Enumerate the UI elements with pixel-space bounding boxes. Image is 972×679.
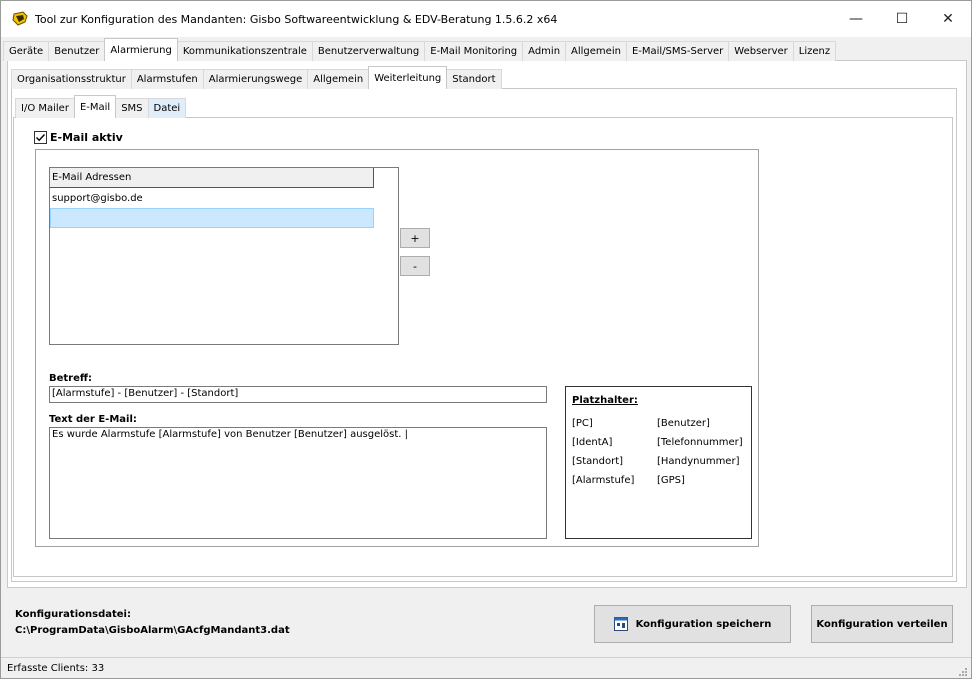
placeholder-box: Platzhalter: [PC] [IdentA] [Standort] [A…	[565, 386, 752, 539]
tab-allgemein-sub[interactable]: Allgemein	[307, 69, 370, 89]
tab-alarmierungswege[interactable]: Alarmierungswege	[202, 69, 309, 89]
tab-webserver[interactable]: Webserver	[728, 41, 794, 61]
save-config-button[interactable]: Konfiguration speichern	[594, 605, 791, 643]
tab-sms[interactable]: SMS	[115, 98, 149, 118]
tab-datei[interactable]: Datei	[147, 98, 187, 118]
placeholder-title: Platzhalter:	[572, 395, 638, 406]
placeholder-item: [Benutzer]	[657, 418, 710, 429]
checkmark-icon	[36, 134, 46, 142]
tab-standort[interactable]: Standort	[446, 69, 502, 89]
body-textarea[interactable]: Es wurde Alarmstufe [Alarmstufe] von Ben…	[49, 427, 547, 539]
email-enabled-row[interactable]: E-Mail aktiv	[34, 131, 123, 144]
maximize-icon: ☐	[895, 11, 909, 27]
tab-benutzerverwaltung[interactable]: Benutzerverwaltung	[311, 41, 426, 61]
email-address-list[interactable]: E-Mail Adressen support@gisbo.de	[49, 167, 399, 345]
placeholder-item: [Standort]	[572, 456, 624, 467]
placeholder-item: [GPS]	[657, 475, 685, 486]
tab-kommunikationszentrale[interactable]: Kommunikationszentrale	[176, 41, 313, 61]
tab-io-mailer[interactable]: I/O Mailer	[15, 98, 75, 118]
placeholder-item: [Handynummer]	[657, 456, 740, 467]
add-address-button[interactable]: +	[400, 228, 430, 248]
email-enabled-label: E-Mail aktiv	[50, 131, 123, 144]
distribute-config-button[interactable]: Konfiguration verteilen	[811, 605, 953, 643]
list-item[interactable]: support@gisbo.de	[50, 188, 374, 208]
tab-alarmierung[interactable]: Alarmierung	[104, 38, 178, 61]
main-tabs: Geräte Benutzer Alarmierung Kommunikatio…	[3, 37, 837, 61]
tab-email-sms-server[interactable]: E-Mail/SMS-Server	[625, 41, 730, 61]
subject-input[interactable]: [Alarmstufe] - [Benutzer] - [Standort]	[49, 386, 547, 403]
forwarding-tabs: I/O Mailer E-Mail SMS Datei	[15, 93, 187, 118]
app-logo-icon	[11, 10, 29, 28]
config-file-label: Konfigurationsdatei:	[15, 609, 131, 620]
tab-lizenz[interactable]: Lizenz	[792, 41, 837, 61]
remove-address-button[interactable]: -	[400, 256, 430, 276]
tab-organisationsstruktur[interactable]: Organisationsstruktur	[11, 69, 132, 89]
config-file-path: C:\ProgramData\GisboAlarm\GAcfgMandant3.…	[15, 625, 290, 636]
status-clients: Erfasste Clients: 33	[7, 663, 105, 674]
window-title: Tool zur Konfiguration des Mandanten: Gi…	[35, 12, 558, 26]
body-label: Text der E-Mail:	[49, 414, 137, 425]
minimize-button[interactable]: —	[833, 1, 879, 37]
maximize-button[interactable]: ☐	[879, 1, 925, 37]
placeholder-item: [Telefonnummer]	[657, 437, 743, 448]
list-item-new[interactable]	[50, 208, 374, 228]
email-enabled-checkbox[interactable]	[34, 131, 47, 144]
status-bar: Erfasste Clients: 33	[1, 657, 971, 678]
close-button[interactable]: ✕	[925, 1, 971, 37]
tab-allgemein[interactable]: Allgemein	[565, 41, 627, 61]
app-window: Tool zur Konfiguration des Mandanten: Gi…	[0, 0, 972, 679]
placeholder-item: [IdentA]	[572, 437, 613, 448]
tab-admin[interactable]: Admin	[522, 41, 567, 61]
tab-email[interactable]: E-Mail	[73, 95, 117, 118]
tab-benutzer[interactable]: Benutzer	[48, 41, 106, 61]
title-bar: Tool zur Konfiguration des Mandanten: Gi…	[1, 1, 971, 37]
subject-label: Betreff:	[49, 373, 92, 384]
resize-grip-icon[interactable]	[957, 666, 967, 676]
save-config-label: Konfiguration speichern	[635, 618, 772, 630]
tab-geraete[interactable]: Geräte	[3, 41, 50, 61]
tab-weiterleitung[interactable]: Weiterleitung	[368, 66, 448, 89]
tab-email-monitoring[interactable]: E-Mail Monitoring	[424, 41, 524, 61]
save-config-icon	[613, 617, 628, 631]
close-icon: ✕	[942, 11, 954, 27]
minimize-icon: —	[849, 11, 863, 27]
tab-alarmstufen[interactable]: Alarmstufen	[130, 69, 204, 89]
list-header-email-adressen[interactable]: E-Mail Adressen	[50, 168, 374, 188]
placeholder-item: [PC]	[572, 418, 593, 429]
sub-tabs: Organisationsstruktur Alarmstufen Alarmi…	[11, 65, 502, 89]
placeholder-item: [Alarmstufe]	[572, 475, 635, 486]
